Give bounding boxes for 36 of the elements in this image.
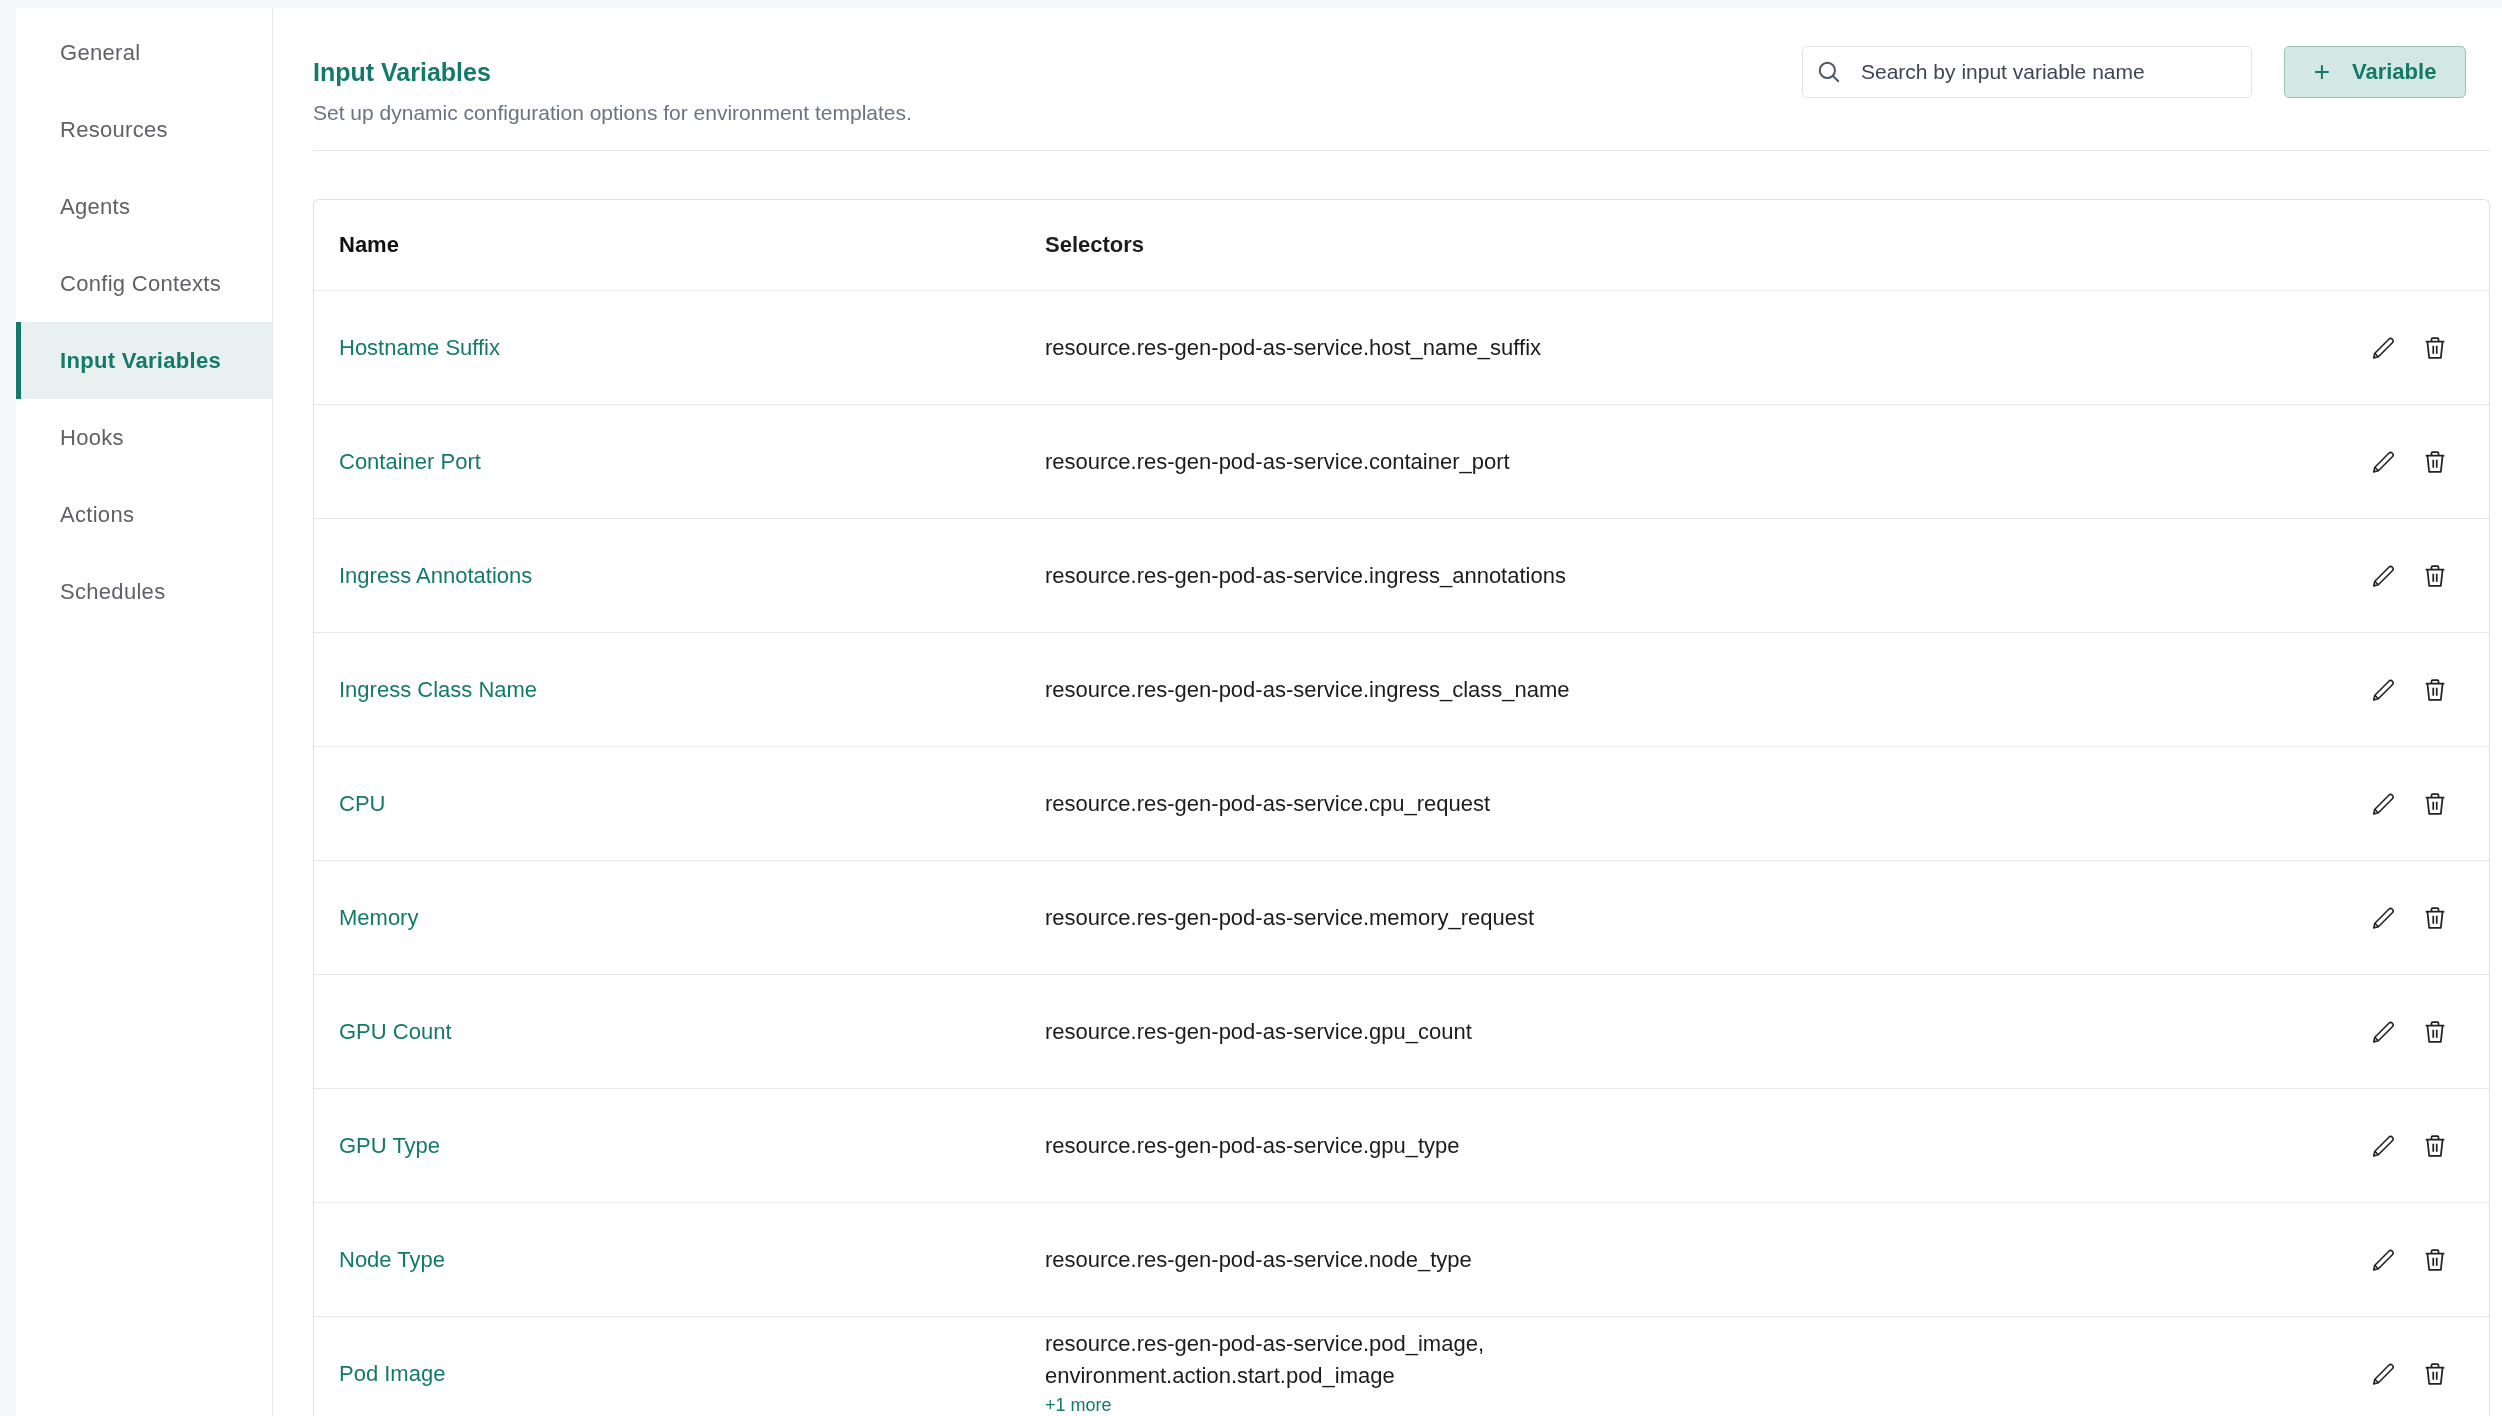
variable-name-link[interactable]: Node Type (339, 1246, 445, 1272)
selector-text: resource.res-gen-pod-as-service.host_name_suffix (1045, 334, 1542, 361)
variable-name-link[interactable]: CPU (339, 790, 386, 816)
sidebar-item[interactable]: Schedules (16, 553, 272, 630)
sidebar-item[interactable]: Actions (16, 476, 272, 553)
sidebar-item[interactable]: Hooks (16, 399, 272, 476)
column-header: Name (338, 232, 400, 258)
selector-text: resource.res-gen-pod-as-service.container_port (1045, 448, 1510, 475)
selector-text: resource.res-gen-pod-as-service.memory_request (1045, 904, 1535, 931)
variable-name-link[interactable]: Container Port (339, 448, 481, 474)
selector-text: resource.res-gen-pod-as-service.gpu_count (1045, 1018, 1472, 1045)
page-title: Input Variables (313, 58, 492, 87)
selector-text: resource.res-gen-pod-as-service.cpu_request (1045, 790, 1491, 817)
sidebar-item[interactable]: Agents (16, 168, 272, 245)
variable-name-link[interactable]: GPU Count (339, 1018, 452, 1044)
selector-text: environment.action.start.pod_image (1045, 1363, 1395, 1389)
sidebar-item[interactable]: Resources (16, 91, 272, 168)
variable-name-link[interactable]: Pod Image (339, 1360, 446, 1386)
more-link[interactable]: +1 more (1045, 1395, 1112, 1416)
variable-name-link[interactable]: Memory (339, 904, 419, 930)
selector-text: resource.res-gen-pod-as-service.ingress_annotations (1045, 562, 1566, 589)
add-variable-button[interactable]: + Variable (2284, 46, 2466, 98)
selector-text: resource.res-gen-pod-as-service.gpu_type (1045, 1132, 1460, 1159)
page-subtitle: Set up dynamic configuration options for environment templates. (313, 101, 913, 125)
sidebar-item[interactable]: Config Contexts (16, 245, 272, 322)
variable-name-link[interactable]: Ingress Class Name (339, 676, 538, 702)
variable-name-link[interactable]: Ingress Annotations (339, 562, 533, 588)
sidebar-item[interactable]: Input Variables (16, 322, 272, 399)
sidebar-item[interactable]: General (16, 14, 272, 91)
column-header: Selectors (1045, 232, 1146, 258)
variable-name-link[interactable]: Hostname Suffix (339, 334, 500, 360)
selector-text: resource.res-gen-pod-as-service.pod_image, (1045, 1331, 1484, 1357)
selector-text: resource.res-gen-pod-as-service.node_type (1045, 1246, 1472, 1273)
variable-name-link[interactable]: GPU Type (339, 1132, 441, 1158)
selector-text: resource.res-gen-pod-as-service.ingress_class_name (1045, 676, 1570, 703)
search-field[interactable]: Search by input variable name (1802, 46, 2252, 98)
